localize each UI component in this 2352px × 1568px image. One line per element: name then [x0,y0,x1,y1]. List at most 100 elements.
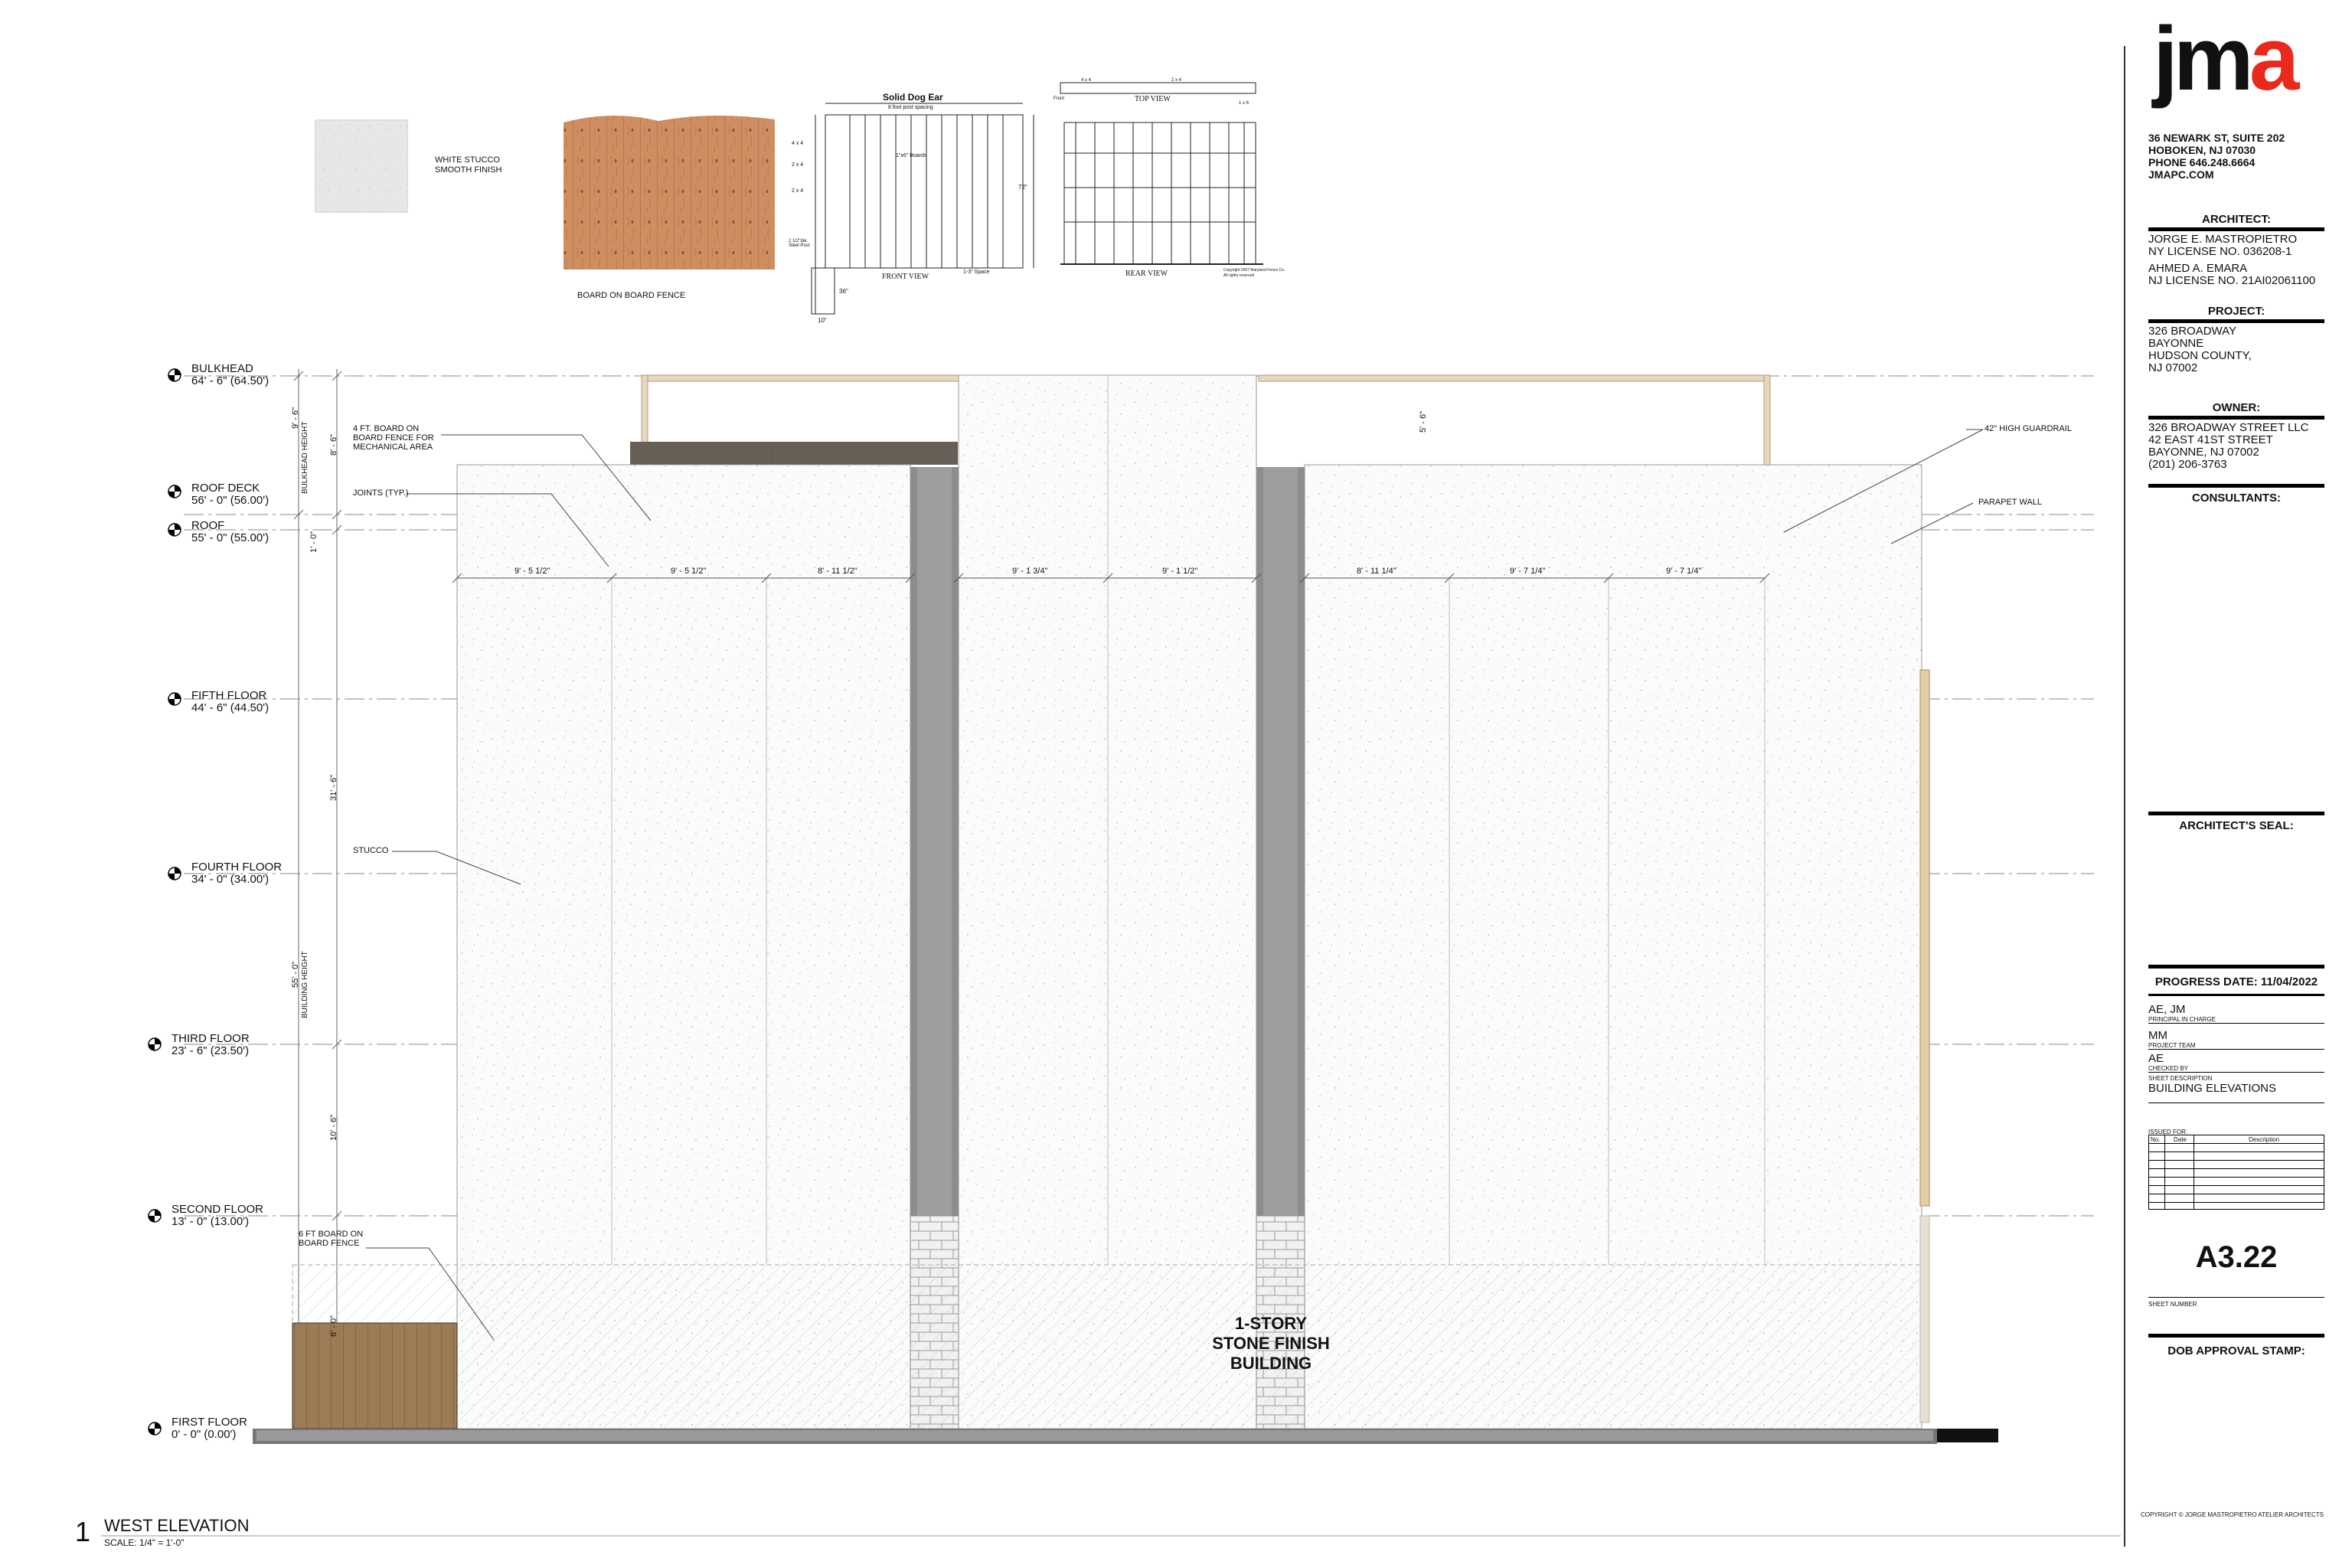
level-target-icon [168,692,181,706]
fence-rail-label: 2 x 4 [792,162,804,168]
view-number: 1 [75,1516,91,1547]
dim-panel: 9' - 7 1/4" [1510,567,1546,576]
principal-label: PRINCIPAL IN CHARGE [2148,1016,2216,1023]
level-name: ROOF [191,519,225,532]
dim-panel: 9' - 1 1/2" [1162,567,1198,576]
owner-line: BAYONNE, NJ 07002 [2148,446,2259,459]
project-line: BAYONNE [2148,337,2204,350]
sheet-description: BUILDING ELEVATIONS [2148,1082,2276,1095]
fence-label: BOARD ON BOARD FENCE [577,291,686,300]
dim-bulkhead: 9' - 6" [291,407,300,429]
checked-label: CHECKED BY [2148,1065,2189,1072]
principal-value: AE, JM [2148,1003,2186,1016]
fence-front-view [811,103,1034,315]
dim-fence-low: 6' - 0" [329,1315,338,1337]
stone-building-line: 1-STORY [1234,1314,1308,1333]
level-target-icon [148,1209,162,1223]
fence-rear-view-label: REAR VIEW [1125,270,1168,278]
company-logo: jma [2153,14,2299,104]
rule [2148,484,2324,488]
issue-col: Date [2174,1136,2187,1143]
rule [2148,319,2324,323]
level-name: BULKHEAD [191,362,253,375]
title-block-divider [2124,46,2125,1547]
fence-top-label: 4 x 4 [1081,78,1092,83]
logo-jm: jm [2153,8,2254,109]
dim-fence-top: 8' - 6" [329,433,338,456]
sheet-number: A3.22 [2195,1240,2278,1274]
stucco-label: SMOOTH FINISH [435,165,502,175]
fence-height-label: 72" [1018,184,1027,191]
rule [2148,227,2324,231]
level-elevation: 64' - 6" (64.50') [191,374,270,387]
architect-line: NY LICENSE NO. 036208-1 [2148,245,2292,258]
level-name: FIRST FLOOR [172,1416,247,1429]
level-marker-bulkhead [167,368,182,387]
owner-line: 326 BROADWAY STREET LLC [2148,421,2309,434]
rule [2148,1334,2324,1338]
stone-building-zone [292,1264,1922,1429]
architect-line: JORGE E. MASTROPIETRO [2148,233,2298,246]
project-line: NJ 07002 [2148,361,2198,374]
dim-parapet: 1' - 0" [309,531,318,553]
annotation-fence-6ft: BOARD FENCE [299,1239,360,1248]
rule [2148,416,2324,420]
fence-top-view-label: TOP VIEW [1135,95,1171,103]
dim-panel: 9' - 5 1/2" [671,567,707,576]
fence-copyright: Copyright 2007 Maryland Fence Co. [1223,268,1285,273]
dim-building-height-label: BUILDING HEIGHT [301,951,309,1018]
level-name: FOURTH FLOOR [191,861,283,874]
dob-heading: DOB APPROVAL STAMP: [2167,1344,2305,1357]
architect-heading: ARCHITECT: [2202,213,2271,226]
level-target-icon [148,1037,162,1051]
level-elevation: 55' - 0" (55.00') [191,531,270,544]
fence-rail-label: 4 x 4 [792,141,804,146]
level-target-icon [168,485,181,498]
elevation-drawing [101,82,2121,1537]
fence-board-top: 1 x 6 [1239,101,1250,106]
fence-spacing-note: 1-3" Space [963,270,990,275]
level-elevation: 23' - 6" (23.50') [172,1044,250,1057]
fence-top-front: Front [1054,96,1065,101]
fence-post-spacing: 8 foot post spacing [888,105,933,110]
fence-board-note: 1"x6" Boards [896,153,927,158]
stone-building-line: BUILDING [1230,1354,1312,1373]
level-elevation: 56' - 0" (56.00') [191,494,270,507]
issue-col: Description [2249,1136,2280,1143]
annotation-stucco: STUCCO [353,846,389,855]
firm-address: JMAPC.COM [2148,168,2214,181]
fence-photo [564,113,775,270]
logo-a: a [2249,8,2300,109]
architect-line: NJ LICENSE NO. 21AI02061100 [2148,274,2316,287]
title-block: jma 36 NEWARK ST, SUITE 202 HOBOKEN, NJ … [2124,0,2352,1568]
dim-panel: 8' - 11 1/4" [1357,567,1396,576]
fence-rear-view [1060,82,1263,265]
level-name: FIFTH FLOOR [191,689,267,702]
fence-copyright: All rights reserved [1223,273,1255,278]
annotation-guardrail: 42" HIGH GUARDRAIL [1984,424,2072,433]
level-name: SECOND FLOOR [172,1203,264,1216]
firm-address: 36 NEWARK ST, SUITE 202 [2148,132,2285,144]
stone-building-line: STONE FINISH [1212,1334,1330,1353]
dim-panel: 9' - 1 3/4" [1012,567,1048,576]
level-elevation: 0' - 0" (0.00') [172,1428,237,1441]
fence-front-view-label: FRONT VIEW [882,273,929,281]
dim-building-height: 55' - 0" [291,961,300,988]
level-target-icon [168,523,181,537]
fence-rail-label: 2 x 4 [792,188,804,194]
view-scale: SCALE: 1/4" = 1'-0" [104,1537,185,1548]
dim-building-upper: 31' - 6" [329,774,338,801]
owner-heading: OWNER: [2212,401,2261,414]
view-title: WEST ELEVATION [104,1516,250,1535]
project-heading: PROJECT: [2207,305,2265,318]
level-target-icon [168,368,181,382]
team-label: PROJECT TEAM [2148,1042,2196,1049]
fence-post-note: 2 1/2"dia. Steel Post [789,239,810,248]
rule [2148,812,2324,815]
fence-depth-label: 36" [839,288,848,295]
progress-date: PROGRESS DATE: 11/04/2022 [2154,975,2318,988]
checked-value: AE [2148,1052,2164,1065]
level-name: THIRD FLOOR [172,1032,250,1045]
level-elevation: 34' - 0" (34.00') [191,873,270,886]
annotation-fence-mech: MECHANICAL AREA [353,443,433,452]
